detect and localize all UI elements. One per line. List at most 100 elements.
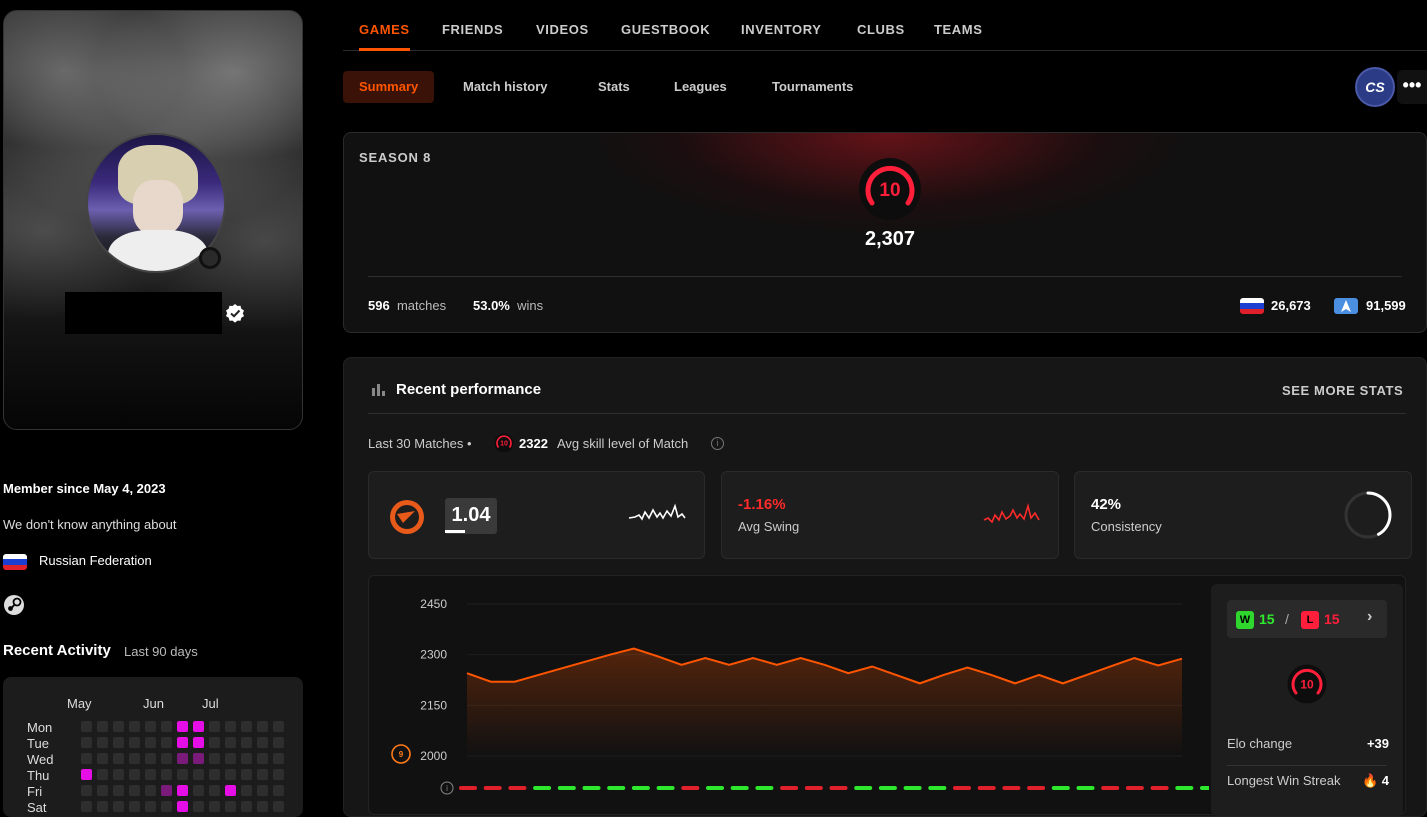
activity-cell[interactable] <box>257 769 268 780</box>
elo-point[interactable] <box>1107 662 1115 670</box>
activity-cell[interactable] <box>209 785 220 796</box>
info-icon[interactable]: i <box>711 437 724 450</box>
activity-cell[interactable] <box>145 737 156 748</box>
activity-cell[interactable] <box>225 753 236 764</box>
match-result-loss[interactable] <box>483 786 502 790</box>
activity-cell[interactable] <box>145 785 156 796</box>
results-info-icon[interactable]: i <box>440 781 454 795</box>
activity-cell[interactable] <box>177 737 188 748</box>
elo-point[interactable] <box>964 664 972 672</box>
elo-point[interactable] <box>678 661 686 669</box>
activity-cell[interactable] <box>225 721 236 732</box>
elo-point[interactable] <box>487 678 495 686</box>
elo-point[interactable] <box>1130 654 1138 662</box>
match-result-loss[interactable] <box>953 786 971 790</box>
elo-point[interactable] <box>1035 671 1043 679</box>
match-result-win[interactable] <box>533 786 552 790</box>
activity-cell[interactable] <box>241 785 252 796</box>
match-result-win[interactable] <box>903 786 922 790</box>
elo-point[interactable] <box>1178 655 1186 663</box>
activity-cell[interactable] <box>225 785 236 796</box>
elo-point[interactable] <box>916 679 924 687</box>
activity-cell[interactable] <box>81 769 92 780</box>
activity-cell[interactable] <box>129 753 140 764</box>
elo-point[interactable] <box>1083 671 1091 679</box>
activity-cell[interactable] <box>97 737 108 748</box>
activity-cell[interactable] <box>97 753 108 764</box>
elo-point[interactable] <box>892 671 900 679</box>
country-rank[interactable]: 26,673 <box>1271 298 1311 313</box>
activity-cell[interactable] <box>161 721 172 732</box>
elo-point[interactable] <box>1011 679 1019 687</box>
subtab-tournaments[interactable]: Tournaments <box>772 71 853 103</box>
activity-cell[interactable] <box>177 721 188 732</box>
activity-cell[interactable] <box>81 753 92 764</box>
match-result-win[interactable] <box>656 786 675 790</box>
activity-cell[interactable] <box>81 737 92 748</box>
match-result-win[interactable] <box>854 786 873 790</box>
match-result-win[interactable] <box>582 786 601 790</box>
elo-chart[interactable]: 2450 2300 2150 2000 9 i <box>369 576 1209 806</box>
activity-cell[interactable] <box>161 753 172 764</box>
tab-games[interactable]: GAMES <box>359 22 410 37</box>
activity-cell[interactable] <box>241 753 252 764</box>
match-result-loss[interactable] <box>1002 786 1021 790</box>
match-result-loss[interactable] <box>1150 786 1169 790</box>
activity-cell[interactable] <box>273 769 284 780</box>
elo-point[interactable] <box>654 652 662 660</box>
tab-friends[interactable]: FRIENDS <box>442 22 503 37</box>
activity-cell[interactable] <box>97 785 108 796</box>
activity-cell[interactable] <box>257 753 268 764</box>
match-result-win[interactable] <box>631 786 650 790</box>
activity-cell[interactable] <box>145 721 156 732</box>
activity-cell[interactable] <box>97 721 108 732</box>
activity-cell[interactable] <box>257 785 268 796</box>
activity-cell[interactable] <box>129 785 140 796</box>
activity-cell[interactable] <box>273 721 284 732</box>
see-more-stats-link[interactable]: SEE MORE STATS <box>1282 383 1403 398</box>
activity-cell[interactable] <box>129 769 140 780</box>
elo-point[interactable] <box>1154 661 1162 669</box>
activity-cell[interactable] <box>209 737 220 748</box>
activity-cell[interactable] <box>161 737 172 748</box>
activity-cell[interactable] <box>273 737 284 748</box>
match-result-loss[interactable] <box>459 786 477 790</box>
subtab-match-history[interactable]: Match history <box>463 71 548 103</box>
activity-cell[interactable] <box>241 769 252 780</box>
elo-point[interactable] <box>773 661 781 669</box>
activity-cell[interactable] <box>161 769 172 780</box>
region-rank[interactable]: 91,599 <box>1366 298 1406 313</box>
elo-point[interactable] <box>511 678 519 686</box>
activity-cell[interactable] <box>145 769 156 780</box>
elo-point[interactable] <box>797 654 805 662</box>
activity-cell[interactable] <box>257 721 268 732</box>
activity-cell[interactable] <box>273 753 284 764</box>
match-result-loss[interactable] <box>804 786 823 790</box>
match-result-win[interactable] <box>706 786 724 790</box>
tab-clubs[interactable]: CLUBS <box>857 22 905 37</box>
win-loss-summary[interactable]: W 15 / L 15 › <box>1227 600 1387 638</box>
activity-cell[interactable] <box>161 785 172 796</box>
match-result-win[interactable] <box>557 786 576 790</box>
elo-point[interactable] <box>1059 679 1067 687</box>
activity-cell[interactable] <box>177 753 188 764</box>
activity-cell[interactable] <box>177 785 188 796</box>
match-result-win[interactable] <box>1051 786 1070 790</box>
more-options-button[interactable]: ••• <box>1397 70 1427 104</box>
tab-guestbook[interactable]: GUESTBOOK <box>621 22 710 37</box>
activity-cell[interactable] <box>113 737 124 748</box>
subtab-leagues[interactable]: Leagues <box>674 71 727 103</box>
elo-point[interactable] <box>535 671 543 679</box>
match-result-loss[interactable] <box>977 786 996 790</box>
tab-inventory[interactable]: INVENTORY <box>741 22 822 37</box>
match-result-loss[interactable] <box>780 786 799 790</box>
match-result-win[interactable] <box>607 786 626 790</box>
activity-cell[interactable] <box>193 769 204 780</box>
elo-point[interactable] <box>821 661 829 669</box>
match-result-win[interactable] <box>1076 786 1095 790</box>
match-result-loss[interactable] <box>508 786 527 790</box>
activity-cell[interactable] <box>241 721 252 732</box>
activity-cell[interactable] <box>225 769 236 780</box>
match-result-win[interactable] <box>755 786 774 790</box>
tab-teams[interactable]: TEAMS <box>934 22 983 37</box>
